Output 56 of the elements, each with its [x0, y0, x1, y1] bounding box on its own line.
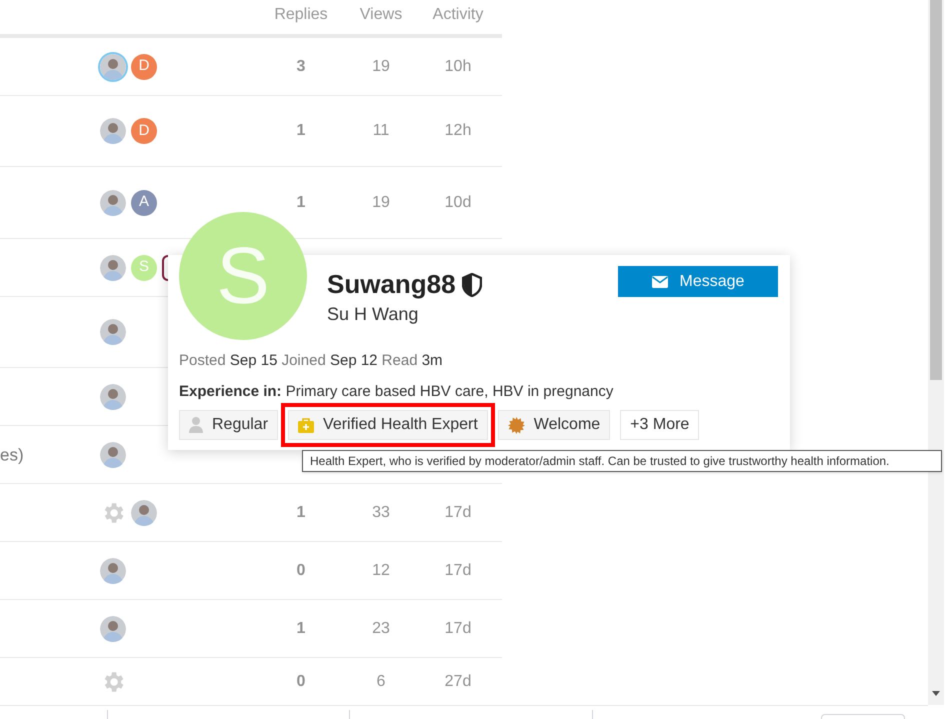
reply-count: 1 — [296, 121, 306, 141]
username[interactable]: Suwang88 — [327, 265, 456, 304]
user-badge[interactable]: Verified Health Expert — [288, 410, 488, 440]
message-button[interactable]: Message — [618, 266, 778, 297]
scrollbar[interactable] — [928, 0, 944, 705]
envelope-icon — [652, 276, 668, 288]
user-icon — [189, 417, 203, 433]
activity-time[interactable]: 17d — [428, 500, 488, 524]
avatar[interactable]: A — [131, 190, 157, 216]
activity-time[interactable]: 12h — [428, 119, 488, 143]
activity-time[interactable]: 27d — [428, 670, 488, 694]
avatar-icon[interactable] — [100, 319, 126, 345]
column-header[interactable]: Activity — [428, 3, 488, 27]
avatar[interactable]: D — [131, 118, 157, 144]
view-count: 19 — [371, 56, 391, 76]
view-count: 33 — [371, 502, 391, 522]
user-badge[interactable]: +3 More — [620, 410, 700, 440]
avatar-icon[interactable] — [100, 616, 126, 642]
avatar-icon[interactable] — [131, 500, 157, 526]
activity-time[interactable]: 17d — [428, 558, 488, 582]
user-stats: Posted Sep 15 Joined Sep 12 Read 3m — [179, 351, 443, 371]
view-count: 11 — [372, 121, 390, 141]
avatar[interactable]: D — [131, 54, 157, 80]
activity-time[interactable]: 17d — [428, 616, 488, 640]
avatar-icon[interactable] — [100, 384, 126, 410]
shield-icon — [462, 272, 482, 296]
reply-count: 1 — [296, 192, 306, 212]
view-count: 12 — [371, 560, 391, 580]
user-badge[interactable]: Regular — [179, 410, 278, 440]
avatar-icon[interactable] — [100, 54, 126, 80]
reply-count: 3 — [296, 56, 306, 76]
user-badge[interactable]: Welcome — [498, 410, 610, 440]
activity-time[interactable]: 10h — [428, 54, 488, 78]
reply-count: 1 — [296, 502, 306, 522]
column-header[interactable]: Replies — [268, 3, 334, 27]
view-count: 6 — [376, 672, 386, 692]
reply-count: 0 — [296, 560, 306, 580]
avatar[interactable] — [162, 254, 168, 280]
sunburst-icon — [508, 416, 525, 434]
experience-text: Experience in: Primary care based HBV care, HBV in pregnancy — [179, 382, 614, 402]
activity-time[interactable]: 10d — [428, 190, 488, 214]
avatar-icon[interactable] — [100, 118, 126, 144]
scroll-down-icon[interactable] — [932, 691, 940, 696]
reply-count: 1 — [296, 618, 306, 638]
avatar-icon[interactable] — [100, 190, 126, 216]
reply-count: 0 — [296, 672, 306, 692]
full-name: Su H Wang — [327, 303, 418, 326]
view-count: 19 — [371, 192, 391, 212]
topic-title[interactable]: es) — [0, 442, 24, 468]
avatar-icon[interactable] — [100, 254, 126, 280]
column-header[interactable]: Views — [334, 3, 428, 27]
avatar-icon[interactable] — [100, 442, 126, 468]
tooltip: Health Expert, who is verified by moderator/admin staff. Can be trusted to give trustworthy health information. — [302, 450, 942, 472]
medical-kit-icon — [298, 418, 314, 432]
view-count: 23 — [371, 618, 391, 638]
avatar-icon[interactable] — [100, 558, 126, 584]
